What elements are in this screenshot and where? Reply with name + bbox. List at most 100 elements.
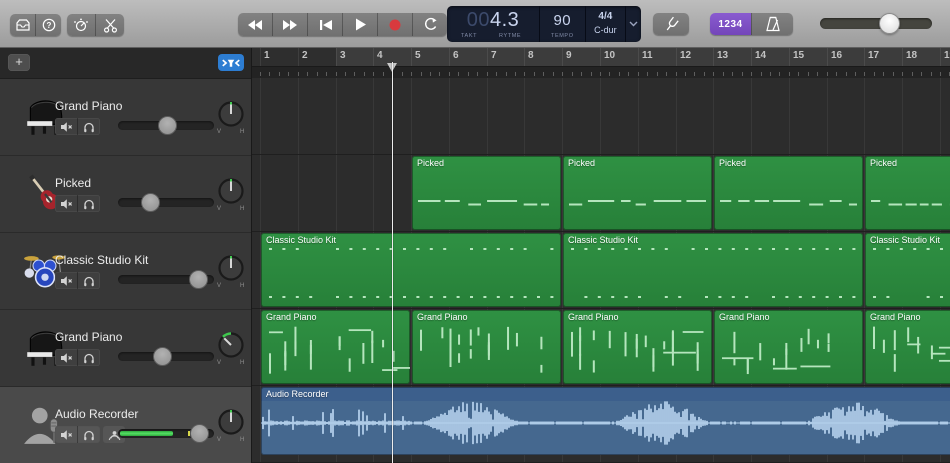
add-track-button[interactable]: + bbox=[8, 54, 30, 71]
track-header-classic-studio-kit-3[interactable]: Classic Studio Kit V H bbox=[0, 233, 251, 310]
lcd-display[interactable]: 004.3 TAKT RYTME 90 TEMPO 4/4 C-dur bbox=[447, 6, 641, 42]
region-audio-recorder-bar1[interactable]: Audio Recorder bbox=[261, 387, 950, 455]
lcd-position-value: 4.3 bbox=[489, 9, 520, 31]
region-grand-piano-bar13[interactable]: Grand Piano bbox=[714, 310, 863, 384]
record-button[interactable] bbox=[377, 13, 412, 36]
track-header-grand-piano-1[interactable]: Grand Piano V H bbox=[0, 79, 251, 156]
beat-tick bbox=[761, 72, 762, 76]
count-in-button[interactable]: 1234 bbox=[710, 13, 751, 35]
beat-tick bbox=[619, 72, 620, 76]
beat-tick bbox=[751, 72, 752, 76]
lcd-tempo-label: TEMPO bbox=[551, 33, 574, 39]
volume-knob[interactable] bbox=[153, 347, 172, 366]
mute-button[interactable] bbox=[55, 426, 77, 443]
go-to-beginning-button[interactable] bbox=[307, 13, 342, 36]
solo-button[interactable] bbox=[77, 118, 100, 135]
play-button[interactable] bbox=[342, 13, 377, 36]
region-picked-bar13[interactable]: Picked bbox=[714, 156, 863, 230]
track-name: Audio Recorder bbox=[55, 407, 139, 421]
track-volume-slider[interactable] bbox=[118, 193, 214, 212]
lane-separator bbox=[252, 385, 950, 386]
solo-button[interactable] bbox=[77, 426, 100, 443]
solo-button[interactable] bbox=[77, 349, 100, 366]
volume-knob[interactable] bbox=[141, 193, 160, 212]
track-header-audio-recorder-5[interactable]: Audio Recorder V H bbox=[0, 387, 251, 463]
pan-knob[interactable] bbox=[218, 409, 244, 440]
pan-knob[interactable] bbox=[218, 101, 244, 132]
lcd-beat-label: RYTME bbox=[499, 33, 522, 39]
tuner-button[interactable] bbox=[653, 13, 689, 35]
pan-knob[interactable] bbox=[218, 255, 244, 286]
region-grand-piano-bar17[interactable]: Grand Piano bbox=[865, 310, 950, 384]
region-picked-bar9[interactable]: Picked bbox=[563, 156, 712, 230]
volume-knob[interactable] bbox=[158, 116, 177, 135]
editors-button[interactable] bbox=[95, 14, 124, 36]
view-button-group: ? bbox=[10, 14, 61, 36]
mute-icon bbox=[60, 198, 72, 209]
catch-playhead-button[interactable] bbox=[218, 54, 244, 71]
track-header-picked-2[interactable]: Picked V H bbox=[0, 156, 251, 233]
track-buttons bbox=[55, 272, 100, 289]
midi-note-preview bbox=[420, 326, 543, 373]
mute-button[interactable] bbox=[55, 195, 77, 212]
track-volume-slider[interactable] bbox=[118, 424, 214, 443]
lcd-signature-section: 4/4 C-dur bbox=[584, 6, 626, 42]
beat-tick bbox=[591, 72, 592, 76]
track-header-grand-piano-4[interactable]: Grand Piano V H bbox=[0, 310, 251, 387]
catch-playhead-icon bbox=[222, 58, 240, 67]
svg-text:?: ? bbox=[46, 21, 51, 30]
beat-tick bbox=[496, 72, 497, 76]
metronome-icon bbox=[765, 16, 780, 32]
beat-tick bbox=[883, 72, 884, 76]
ruler-bar-separator bbox=[789, 48, 790, 66]
beat-tick bbox=[808, 72, 809, 76]
solo-button[interactable] bbox=[77, 272, 100, 289]
metronome-button[interactable] bbox=[751, 13, 793, 35]
volume-knob[interactable] bbox=[189, 270, 208, 289]
panel-button-group bbox=[67, 14, 124, 36]
quick-help-button[interactable]: ? bbox=[35, 14, 61, 36]
region-grand-piano-bar9[interactable]: Grand Piano bbox=[563, 310, 712, 384]
fast-forward-icon bbox=[283, 19, 297, 30]
pan-knob[interactable] bbox=[218, 332, 244, 363]
rewind-button[interactable] bbox=[238, 13, 272, 36]
lcd-key: C-dur bbox=[594, 25, 617, 35]
beat-tick bbox=[524, 72, 525, 76]
pan-knob[interactable] bbox=[218, 178, 244, 209]
region-classic-studio-kit-bar1[interactable]: Classic Studio Kit bbox=[261, 233, 561, 307]
cycle-icon bbox=[424, 17, 437, 30]
mute-button[interactable] bbox=[55, 118, 77, 135]
master-volume-knob[interactable] bbox=[879, 13, 900, 34]
pan-left-label: V bbox=[217, 283, 222, 289]
lcd-menu-button[interactable] bbox=[625, 6, 641, 42]
track-volume-slider[interactable] bbox=[118, 116, 214, 135]
beat-tick bbox=[855, 72, 856, 76]
region-classic-studio-kit-bar17[interactable]: Classic Studio Kit bbox=[865, 233, 950, 307]
region-grand-piano-bar1[interactable]: Grand Piano bbox=[261, 310, 410, 384]
mute-button[interactable] bbox=[55, 272, 77, 289]
mute-button[interactable] bbox=[55, 349, 77, 366]
bar-ruler[interactable]: 12345678910111213141516171819 bbox=[252, 48, 950, 78]
track-volume-slider[interactable] bbox=[118, 270, 214, 289]
region-grand-piano-bar5[interactable]: Grand Piano bbox=[412, 310, 561, 384]
volume-knob[interactable] bbox=[190, 424, 209, 443]
playhead-line[interactable] bbox=[392, 62, 393, 463]
library-button[interactable] bbox=[10, 14, 35, 36]
region-classic-studio-kit-bar9[interactable]: Classic Studio Kit bbox=[563, 233, 863, 307]
lcd-bar-label: TAKT bbox=[461, 33, 478, 39]
master-volume-slider[interactable] bbox=[820, 13, 932, 34]
beat-tick bbox=[269, 72, 270, 76]
smart-controls-button[interactable] bbox=[67, 14, 95, 36]
pan-right-label: H bbox=[240, 129, 245, 135]
solo-button[interactable] bbox=[77, 195, 100, 212]
headphones-icon bbox=[84, 353, 94, 363]
ruler-bar-separator bbox=[487, 48, 488, 66]
track-volume-slider[interactable] bbox=[118, 347, 214, 366]
fast-forward-button[interactable] bbox=[272, 13, 307, 36]
ruler-bar-number: 2 bbox=[302, 50, 308, 61]
beat-tick bbox=[430, 72, 431, 76]
region-picked-bar17[interactable]: Picked bbox=[865, 156, 950, 230]
region-picked-bar5[interactable]: Picked bbox=[412, 156, 561, 230]
ruler-bar-number: 13 bbox=[717, 50, 729, 61]
cycle-button[interactable] bbox=[412, 13, 447, 36]
